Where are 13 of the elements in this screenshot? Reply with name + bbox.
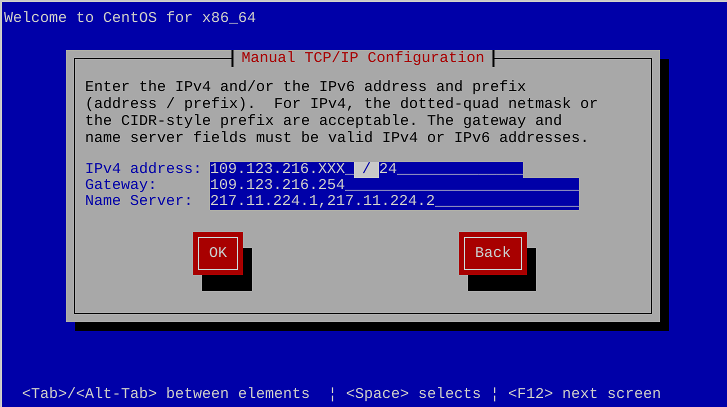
input-field[interactable]: 109.123.216.XXX_ <box>210 162 354 178</box>
screen-title: Welcome to CentOS for x86_64 <box>3 9 258 27</box>
field-label: IPv4 address: <box>85 162 204 178</box>
dialog-button[interactable]: Back <box>459 232 528 275</box>
input-field[interactable]: 217.11.224.1,217.11.224.2________________ <box>210 194 580 210</box>
dialog-button[interactable]: OK <box>193 232 244 275</box>
dialog-title: Manual TCP/IP Configuration <box>231 50 495 67</box>
instruction-text: Enter the IPv4 and/or the IPv6 address and prefix (address / prefix). For IPv4, the dotted-quad netmask or the CIDR-style prefix are acceptable. The gateway and name server fields must be valid IPv4 or IPv6 addresses. <box>85 79 600 147</box>
separator: / <box>354 162 380 178</box>
status-bar-hint: <Tab>/<Alt-Tab> between elements ¦ <Space> selects ¦ <F12> next screen <box>21 386 662 405</box>
field-label: Name Server: <box>85 194 194 210</box>
input-field[interactable]: 109.123.216.254__________________________ <box>210 178 580 194</box>
field-label: Gateway: <box>85 178 158 194</box>
